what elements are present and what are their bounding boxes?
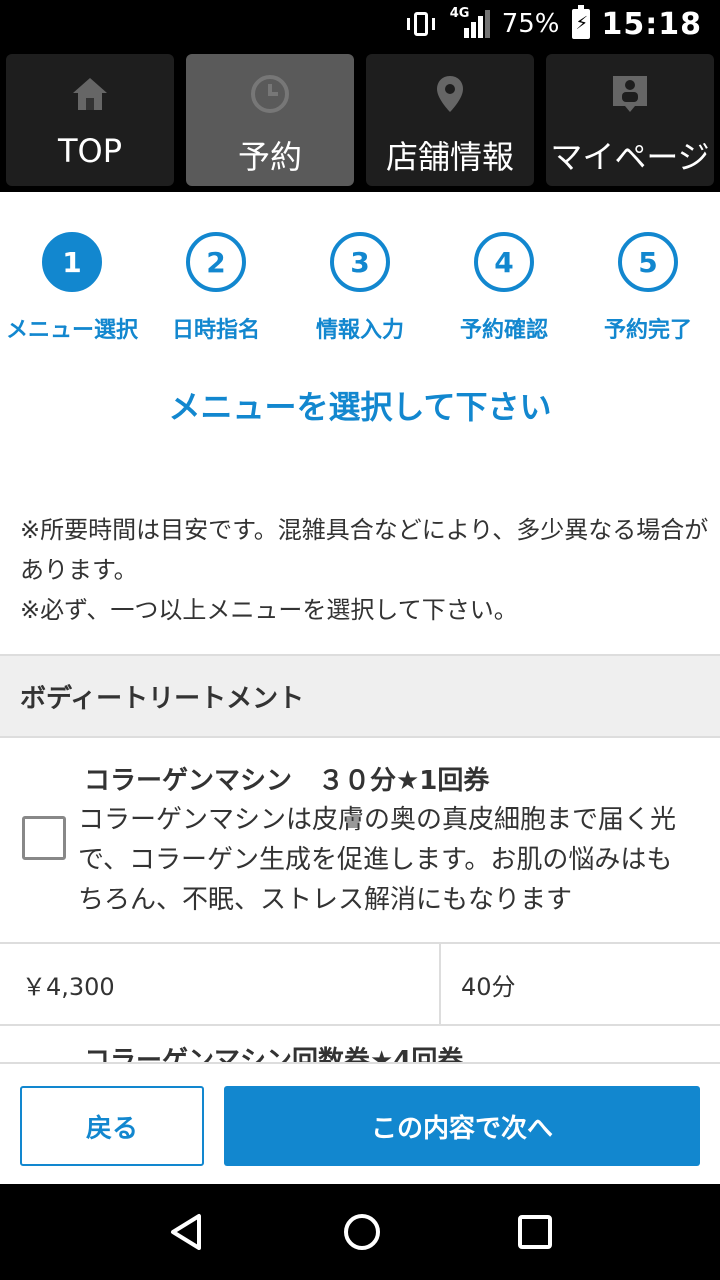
- step-number: 2: [186, 232, 246, 292]
- next-menu-item-title: コラーゲンマシン回数券★4回券: [84, 1046, 464, 1062]
- back-button[interactable]: 戻る: [20, 1086, 204, 1166]
- menu-item-checkbox[interactable]: [22, 816, 66, 860]
- category-header: ボディートリートメント: [0, 654, 720, 738]
- tab-reservation-label: 予約: [237, 138, 302, 176]
- next-button[interactable]: この内容で次へ: [224, 1086, 700, 1166]
- battery-percent: 75%: [501, 9, 560, 39]
- step-label: 日時指名: [171, 318, 260, 343]
- step-number: 1: [42, 232, 102, 292]
- tab-top-label: TOP: [57, 132, 123, 170]
- recents-nav-icon[interactable]: [517, 1214, 553, 1250]
- menu-item-description: コラーゲンマシンは皮膚の奥の真皮細胞まで届く光で、コラーゲン生成を促進します。お…: [78, 805, 677, 915]
- top-navigation: TOP 予約 店舗情報 マイページ: [0, 48, 720, 192]
- clock-icon: [250, 74, 290, 114]
- step-indicator: 1 メニュー選択 2 日時指名 3 情報入力 4 予約確認 5 予約完了: [0, 232, 720, 352]
- network-type: 4G: [449, 6, 470, 21]
- note-duration: ※所要時間は目安です。混雑具合などにより、多少異なる場合があります。: [20, 516, 709, 584]
- home-nav-icon[interactable]: [342, 1212, 382, 1252]
- system-navigation-bar: [0, 1184, 720, 1280]
- battery-charging-icon: ⚡: [571, 5, 590, 39]
- step-4: 4 予約確認: [432, 232, 576, 344]
- status-bar: 4G 75% ⚡ 15:18: [0, 0, 720, 48]
- menu-item-title: コラーゲンマシン ３０分★1回券: [84, 766, 490, 796]
- menu-item[interactable]: コラーゲンマシン ３０分★1回券 コラーゲンマシンは皮膚の奥の真皮細胞まで届く光…: [0, 738, 720, 944]
- menu-item-duration: 40分: [461, 972, 516, 1001]
- user-card-icon: [610, 74, 650, 114]
- location-pin-icon: [430, 74, 470, 114]
- tab-mypage-label: マイページ: [550, 138, 710, 176]
- back-nav-icon[interactable]: [167, 1212, 207, 1252]
- clock: 15:18: [601, 6, 702, 42]
- home-icon: [70, 74, 110, 114]
- page-title: メニューを選択して下さい: [168, 388, 552, 426]
- step-5: 5 予約完了: [576, 232, 720, 344]
- notes: ※所要時間は目安です。混雑具合などにより、多少異なる場合があります。 ※必ず、一…: [20, 510, 710, 630]
- tab-reservation[interactable]: 予約: [186, 54, 354, 186]
- menu-item-info-row: ￥4,300 40分: [0, 944, 720, 1026]
- step-2: 2 日時指名: [144, 232, 288, 344]
- step-number: 3: [330, 232, 390, 292]
- signal-icon: 4G: [449, 6, 490, 40]
- tab-store-info[interactable]: 店舗情報: [366, 54, 534, 186]
- step-label: 予約完了: [603, 318, 692, 343]
- tab-top[interactable]: TOP: [6, 54, 174, 186]
- step-label: 情報入力: [315, 318, 404, 343]
- action-bar: 戻る この内容で次へ: [0, 1062, 720, 1184]
- step-number: 5: [618, 232, 678, 292]
- step-1: 1 メニュー選択: [0, 232, 144, 344]
- note-required: ※必ず、一つ以上メニューを選択して下さい。: [20, 596, 518, 624]
- menu-item-price: ￥4,300: [0, 944, 441, 1024]
- step-number: 4: [474, 232, 534, 292]
- tab-mypage[interactable]: マイページ: [546, 54, 714, 186]
- vibrate-icon: [404, 10, 438, 38]
- step-label: 予約確認: [459, 318, 548, 343]
- tab-store-info-label: 店舗情報: [385, 138, 514, 176]
- step-3: 3 情報入力: [288, 232, 432, 344]
- step-label: メニュー選択: [5, 318, 138, 343]
